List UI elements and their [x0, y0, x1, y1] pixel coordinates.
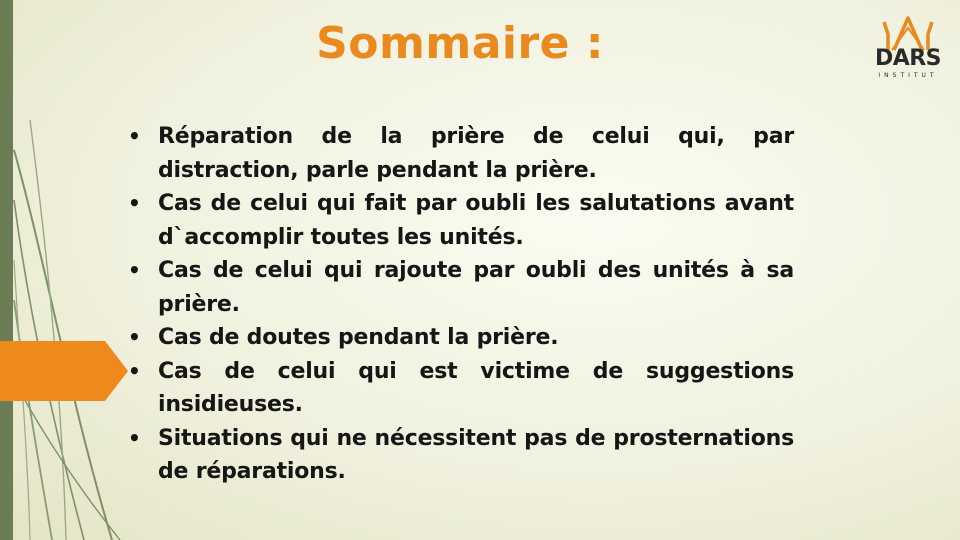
logo-name: DARS	[874, 46, 942, 71]
list-item: • Situations qui ne nécessitent pas de pr…	[128, 422, 794, 489]
list-item-text: Réparation de la prière de celui qui, pa…	[158, 124, 794, 183]
list-item-text: Cas de celui qui rajoute par oubli des u…	[158, 258, 794, 317]
bullet-dot: •	[128, 191, 141, 215]
bullet-dot: •	[128, 124, 141, 148]
bullet-dot: •	[128, 425, 141, 450]
dars-logo-icon: DARS INSTITUT	[872, 14, 944, 80]
bullet-dot: •	[128, 358, 141, 383]
list-item-text: Cas de celui qui est victime de suggesti…	[158, 358, 794, 418]
bullet-dot: •	[128, 325, 141, 349]
slide-title: Sommaire :	[316, 18, 604, 69]
list-item: • Cas de celui qui est victime de suggest…	[128, 355, 794, 422]
list-item-text: Cas de celui qui fait par oubli les salu…	[158, 191, 794, 250]
list-item-text: Cas de doutes pendant la prière.	[158, 325, 559, 350]
logo-subtitle: INSTITUT	[878, 72, 938, 79]
list-item: • Réparation de la prière de celui qui, p…	[128, 120, 794, 187]
list-item-text: Situations qui ne nécessitent pas de pro…	[158, 425, 794, 485]
summary-list: • Réparation de la prière de celui qui, p…	[128, 120, 794, 489]
list-item: • Cas de celui qui rajoute par oubli des …	[128, 254, 794, 321]
bullet-dot: •	[128, 258, 141, 282]
list-item: • Cas de doutes pendant la prière.	[128, 321, 794, 355]
slide: Sommaire : DARS INSTITUT • Réparation de …	[0, 0, 960, 540]
orange-arrow-shape-icon	[0, 341, 128, 401]
list-item: • Cas de celui qui fait par oubli les sal…	[128, 187, 794, 254]
green-leaf-lines-icon	[0, 119, 128, 540]
